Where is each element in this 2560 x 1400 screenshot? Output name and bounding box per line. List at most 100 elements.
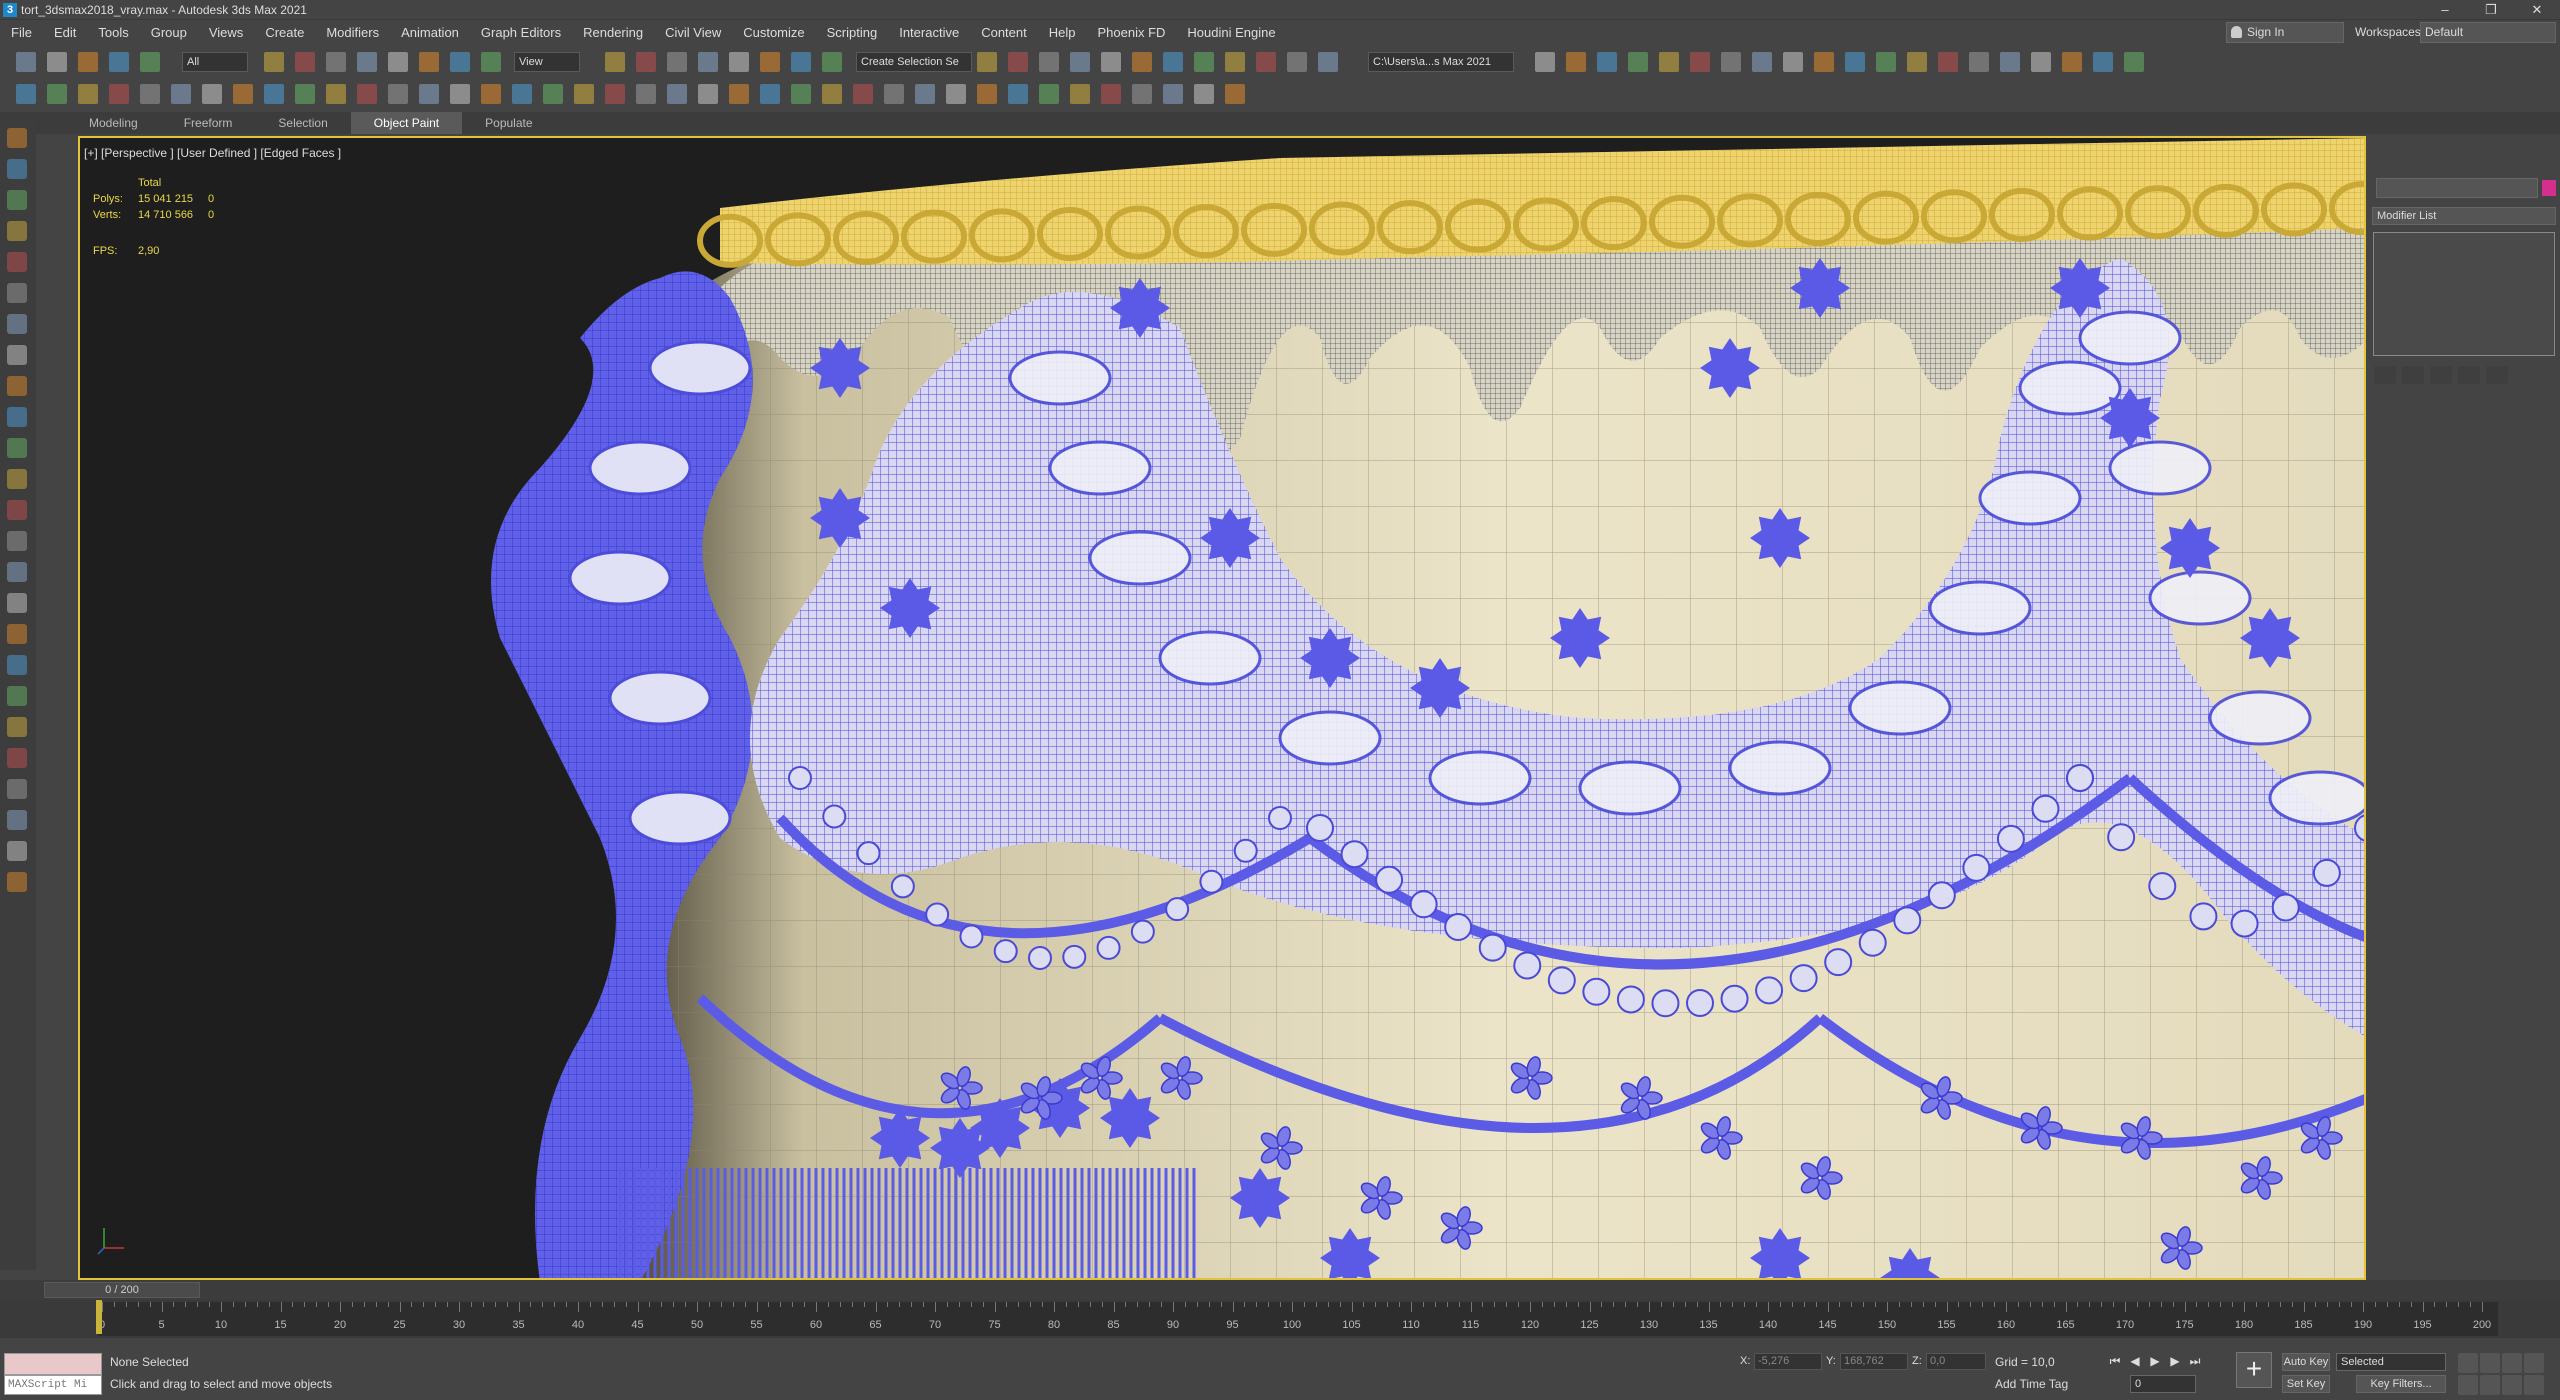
- x-coord-field[interactable]: -5,276: [1754, 1353, 1822, 1370]
- menu-rendering[interactable]: Rendering: [572, 25, 654, 40]
- main-toolbar-tool-icon[interactable]: [1287, 52, 1307, 72]
- main-toolbar-tool-icon[interactable]: [1318, 52, 1338, 72]
- main-toolbar-tool-icon[interactable]: [264, 52, 284, 72]
- perspective-viewport[interactable]: [+] [Perspective ] [User Defined ] [Edge…: [78, 136, 2366, 1280]
- create-panel-tool-icon[interactable]: [7, 748, 27, 768]
- secondary-toolbar-tool-icon[interactable]: [822, 84, 842, 104]
- maximize-button[interactable]: ❐: [2468, 0, 2514, 20]
- zoom-extents-all-icon[interactable]: [2524, 1353, 2544, 1373]
- secondary-toolbar-tool-icon[interactable]: [264, 84, 284, 104]
- sign-in-button[interactable]: Sign In: [2226, 22, 2344, 43]
- previous-frame-icon[interactable]: ◀: [2125, 1352, 2145, 1370]
- main-toolbar-tool-icon[interactable]: [1535, 52, 1555, 72]
- project-folder-dropdown[interactable]: C:\Users\a...s Max 2021: [1368, 52, 1514, 72]
- main-toolbar-tool-icon[interactable]: [1225, 52, 1245, 72]
- pin-stack-icon[interactable]: [2374, 366, 2396, 384]
- z-coord-field[interactable]: 0,0: [1926, 1353, 1986, 1370]
- secondary-toolbar-tool-icon[interactable]: [698, 84, 718, 104]
- create-panel-tool-icon[interactable]: [7, 128, 27, 148]
- main-toolbar-tool-icon[interactable]: [1039, 52, 1059, 72]
- create-panel-tool-icon[interactable]: [7, 159, 27, 179]
- secondary-toolbar-tool-icon[interactable]: [543, 84, 563, 104]
- secondary-toolbar-tool-icon[interactable]: [47, 84, 67, 104]
- main-toolbar-tool-icon[interactable]: [760, 52, 780, 72]
- create-panel-tool-icon[interactable]: [7, 717, 27, 737]
- create-panel-tool-icon[interactable]: [7, 376, 27, 396]
- secondary-toolbar-tool-icon[interactable]: [16, 84, 36, 104]
- secondary-toolbar-tool-icon[interactable]: [1194, 84, 1214, 104]
- create-panel-tool-icon[interactable]: [7, 810, 27, 830]
- maxscript-output[interactable]: [4, 1353, 102, 1375]
- main-toolbar-tool-icon[interactable]: [791, 52, 811, 72]
- make-unique-icon[interactable]: [2430, 366, 2452, 384]
- secondary-toolbar-tool-icon[interactable]: [326, 84, 346, 104]
- secondary-toolbar-tool-icon[interactable]: [481, 84, 501, 104]
- secondary-toolbar-tool-icon[interactable]: [946, 84, 966, 104]
- secondary-toolbar-tool-icon[interactable]: [1163, 84, 1183, 104]
- main-toolbar-tool-icon[interactable]: [140, 52, 160, 72]
- set-key-button[interactable]: Set Key: [2282, 1375, 2330, 1393]
- set-keys-icon[interactable]: +: [2236, 1352, 2272, 1388]
- main-toolbar-tool-icon[interactable]: [2093, 52, 2113, 72]
- main-toolbar-tool-icon[interactable]: [2000, 52, 2020, 72]
- auto-key-button[interactable]: Auto Key: [2282, 1353, 2330, 1371]
- zoom-extents-icon[interactable]: [2502, 1353, 2522, 1373]
- create-panel-tool-icon[interactable]: [7, 779, 27, 799]
- main-toolbar-tool-icon[interactable]: [1690, 52, 1710, 72]
- pan-icon[interactable]: [2480, 1375, 2500, 1395]
- menu-modifiers[interactable]: Modifiers: [315, 25, 390, 40]
- main-toolbar-tool-icon[interactable]: [16, 52, 36, 72]
- main-toolbar-tool-icon[interactable]: [1597, 52, 1617, 72]
- time-slider[interactable]: 0 / 200: [44, 1282, 200, 1298]
- main-toolbar-tool-icon[interactable]: [636, 52, 656, 72]
- create-panel-tool-icon[interactable]: [7, 190, 27, 210]
- main-toolbar-tool-icon[interactable]: [1566, 52, 1586, 72]
- create-panel-tool-icon[interactable]: [7, 841, 27, 861]
- secondary-toolbar-tool-icon[interactable]: [1225, 84, 1245, 104]
- 3dsmax-app-icon[interactable]: 3: [3, 2, 17, 17]
- secondary-toolbar-tool-icon[interactable]: [1132, 84, 1152, 104]
- tab-populate[interactable]: Populate: [462, 112, 555, 134]
- main-toolbar-tool-icon[interactable]: [419, 52, 439, 72]
- secondary-toolbar-tool-icon[interactable]: [1008, 84, 1028, 104]
- menu-graph-editors[interactable]: Graph Editors: [470, 25, 572, 40]
- secondary-toolbar-tool-icon[interactable]: [140, 84, 160, 104]
- create-panel-tool-icon[interactable]: [7, 221, 27, 241]
- secondary-toolbar-tool-icon[interactable]: [574, 84, 594, 104]
- remove-modifier-icon[interactable]: [2458, 366, 2480, 384]
- secondary-toolbar-tool-icon[interactable]: [171, 84, 191, 104]
- main-toolbar-tool-icon[interactable]: [822, 52, 842, 72]
- secondary-toolbar-tool-icon[interactable]: [667, 84, 687, 104]
- secondary-toolbar-tool-icon[interactable]: [357, 84, 377, 104]
- secondary-toolbar-tool-icon[interactable]: [791, 84, 811, 104]
- menu-help[interactable]: Help: [1038, 25, 1087, 40]
- create-panel-tool-icon[interactable]: [7, 593, 27, 613]
- main-toolbar-tool-icon[interactable]: [326, 52, 346, 72]
- create-panel-tool-icon[interactable]: [7, 872, 27, 892]
- track-bar[interactable]: 0 5 10 15 20 25 30 35 40 45 50 55 60 65 70 75 80 85 90 95 10…: [0, 1300, 2560, 1338]
- current-frame-field[interactable]: 0: [2130, 1375, 2196, 1393]
- zoom-all-icon[interactable]: [2480, 1353, 2500, 1373]
- hierarchy-tab-icon[interactable]: [2440, 148, 2468, 170]
- show-end-result-icon[interactable]: [2402, 366, 2424, 384]
- main-toolbar-tool-icon[interactable]: [1752, 52, 1772, 72]
- add-time-tag[interactable]: Add Time Tag: [1995, 1377, 2068, 1391]
- secondary-toolbar-tool-icon[interactable]: [1101, 84, 1121, 104]
- menu-group[interactable]: Group: [140, 25, 198, 40]
- main-toolbar-tool-icon[interactable]: [1938, 52, 1958, 72]
- tab-modeling[interactable]: Modeling: [66, 112, 161, 134]
- create-panel-tool-icon[interactable]: [7, 407, 27, 427]
- modifier-stack[interactable]: [2373, 232, 2555, 356]
- secondary-toolbar-tool-icon[interactable]: [1070, 84, 1090, 104]
- selection-filter-dropdown[interactable]: All: [182, 52, 248, 72]
- secondary-toolbar-tool-icon[interactable]: [388, 84, 408, 104]
- field-of-view-icon[interactable]: [2458, 1375, 2478, 1395]
- main-toolbar-tool-icon[interactable]: [1814, 52, 1834, 72]
- main-toolbar-tool-icon[interactable]: [667, 52, 687, 72]
- go-to-end-icon[interactable]: ⏭: [2185, 1352, 2205, 1370]
- secondary-toolbar-tool-icon[interactable]: [419, 84, 439, 104]
- main-toolbar-tool-icon[interactable]: [605, 52, 625, 72]
- maximize-viewport-icon[interactable]: [2524, 1375, 2544, 1395]
- tab-selection[interactable]: Selection: [255, 112, 350, 134]
- main-toolbar-tool-icon[interactable]: [977, 52, 997, 72]
